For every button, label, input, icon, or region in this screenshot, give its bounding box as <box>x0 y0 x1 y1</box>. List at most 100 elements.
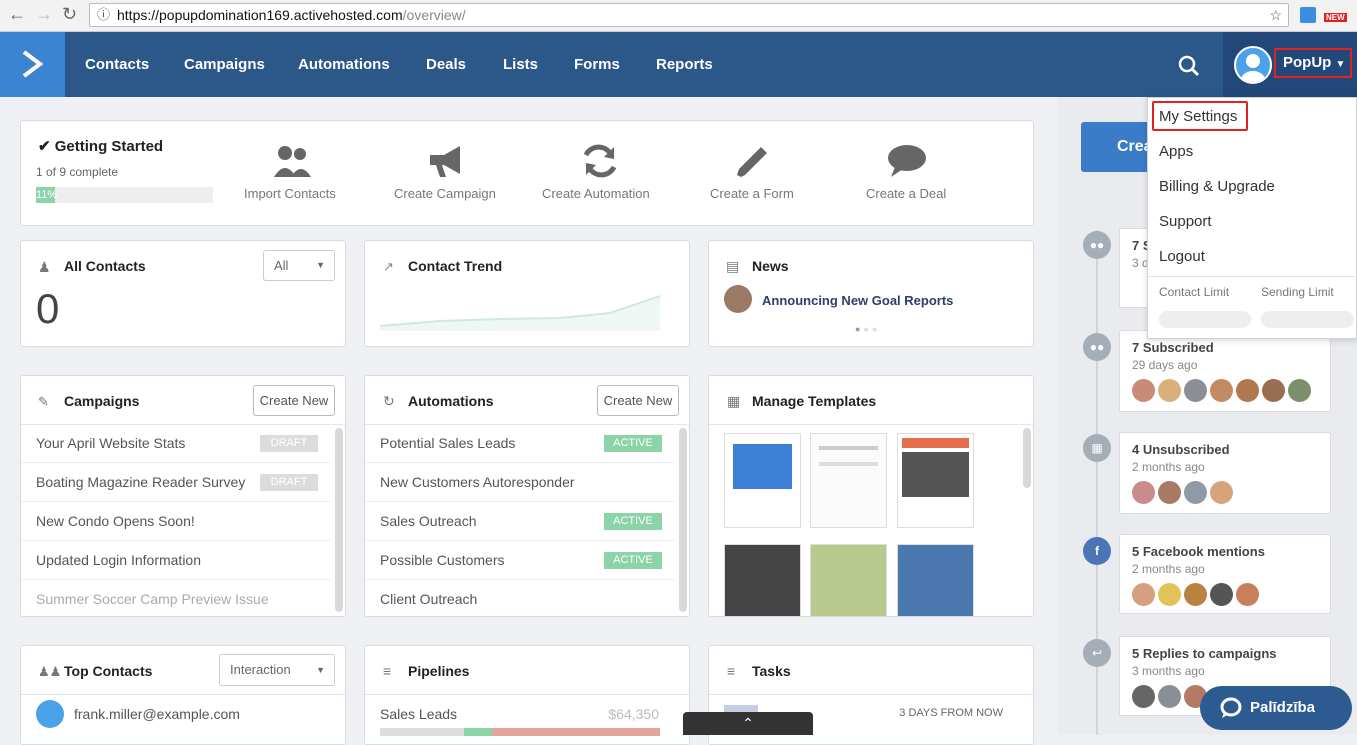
avatar[interactable] <box>36 700 64 728</box>
avatar[interactable] <box>1132 685 1155 708</box>
menu-item-my-settings[interactable]: My Settings <box>1159 108 1237 125</box>
avatar[interactable] <box>1184 481 1207 504</box>
avatar[interactable] <box>1158 379 1181 402</box>
timeline-card[interactable]: 7 Subscribed 29 days ago <box>1119 330 1331 412</box>
menu-item-logout[interactable]: Logout <box>1159 248 1205 265</box>
carousel-dots[interactable]: ●●● <box>855 324 880 334</box>
chevron-up-icon: ⌃ <box>742 715 754 731</box>
refresh-icon[interactable] <box>580 143 620 179</box>
template-thumbnail[interactable] <box>724 544 801 616</box>
top-contact-email[interactable]: frank.miller@example.com <box>74 706 240 722</box>
pencil-icon[interactable] <box>733 143 773 179</box>
avatar-group <box>1132 583 1262 607</box>
bookmark-star-icon[interactable]: ☆ <box>1269 4 1282 26</box>
top-contacts-filter-select[interactable]: Interaction ▼ <box>219 654 335 686</box>
template-thumbnail[interactable] <box>810 433 887 528</box>
template-thumbnail[interactable] <box>724 433 801 528</box>
check-icon: ✔ <box>38 138 51 155</box>
create-automation-button[interactable]: Create New <box>597 385 679 416</box>
facebook-icon: f <box>1083 537 1111 565</box>
nav-campaigns[interactable]: Campaigns <box>184 56 265 73</box>
contact-trend-title: Contact Trend <box>408 258 503 274</box>
step-create-automation[interactable]: Create Automation <box>542 186 650 201</box>
list-item[interactable]: New Customers Autoresponder <box>365 463 675 502</box>
import-contacts-icon[interactable] <box>273 143 313 179</box>
avatar[interactable] <box>1236 379 1259 402</box>
menu-item-billing[interactable]: Billing & Upgrade <box>1159 178 1275 195</box>
extension-icon[interactable] <box>1300 7 1316 23</box>
campaign-name: Updated Login Information <box>36 552 201 568</box>
scrollbar[interactable] <box>335 428 343 612</box>
trend-line-icon: ↗ <box>383 259 394 274</box>
list-item[interactable]: Your April Website Stats DRAFT <box>21 424 331 463</box>
step-import-contacts[interactable]: Import Contacts <box>244 186 336 201</box>
extension-new-badge[interactable]: NEW <box>1324 13 1347 22</box>
avatar[interactable] <box>1184 379 1207 402</box>
step-create-form[interactable]: Create a Form <box>710 186 794 201</box>
info-icon[interactable]: ⓘ <box>97 4 110 26</box>
menu-item-apps[interactable]: Apps <box>1159 143 1193 160</box>
url-path: /overview/ <box>402 7 466 23</box>
list-item[interactable]: New Condo Opens Soon! <box>21 502 331 541</box>
user-menu-button[interactable]: PopUp ▼ <box>1274 48 1352 78</box>
avatar[interactable] <box>1236 583 1259 606</box>
template-thumbnail[interactable] <box>897 544 974 616</box>
avatar[interactable] <box>1132 481 1155 504</box>
scrollbar[interactable] <box>1023 428 1031 488</box>
nav-lists[interactable]: Lists <box>503 56 538 73</box>
menu-item-support[interactable]: Support <box>1159 213 1212 230</box>
list-item[interactable]: Boating Magazine Reader Survey DRAFT <box>21 463 331 502</box>
nav-contacts[interactable]: Contacts <box>85 56 149 73</box>
pipeline-name[interactable]: Sales Leads <box>380 706 457 722</box>
url-bar[interactable]: ⓘ https://popupdomination169.activehoste… <box>89 3 1289 27</box>
contacts-filter-select[interactable]: All ▼ <box>263 250 335 281</box>
create-campaign-button[interactable]: Create New <box>253 385 335 416</box>
forward-icon[interactable]: → <box>35 4 53 25</box>
list-item[interactable]: Sales Outreach ACTIVE <box>365 502 675 541</box>
logo-chevron-icon <box>22 50 44 78</box>
list-item[interactable]: Possible Customers ACTIVE <box>365 541 675 580</box>
nav-deals[interactable]: Deals <box>426 56 466 73</box>
nav-reports[interactable]: Reports <box>656 56 713 73</box>
list-item[interactable]: Summer Soccer Camp Preview Issue <box>21 580 331 616</box>
scroll-up-tab[interactable]: ⌃ <box>683 712 813 735</box>
nav-automations[interactable]: Automations <box>298 56 390 73</box>
template-thumbnail[interactable] <box>810 544 887 616</box>
reload-icon[interactable]: ↻ <box>62 4 77 25</box>
list-item[interactable]: Client Outreach <box>365 580 675 616</box>
app-logo[interactable] <box>0 32 65 97</box>
task-due: 3 DAYS FROM NOW <box>899 707 1003 719</box>
top-contacts-card: ♟♟ Top Contacts Interaction ▼ frank.mille… <box>20 645 346 745</box>
getting-started-title: ✔ Getting Started <box>38 137 163 155</box>
speech-bubble-icon[interactable] <box>887 143 927 179</box>
search-icon[interactable] <box>1178 55 1200 77</box>
avatar[interactable] <box>1210 583 1233 606</box>
timeline-card[interactable]: 4 Unsubscribed 2 months ago <box>1119 432 1331 514</box>
avatar[interactable] <box>1210 379 1233 402</box>
nav-forms[interactable]: Forms <box>574 56 620 73</box>
megaphone-icon[interactable] <box>426 143 466 179</box>
avatar[interactable] <box>1158 685 1181 708</box>
avatar[interactable] <box>1132 379 1155 402</box>
avatar[interactable] <box>1262 379 1285 402</box>
refresh-icon: ↻ <box>383 393 395 409</box>
scrollbar[interactable] <box>679 428 687 612</box>
template-thumbnail[interactable] <box>897 433 974 528</box>
avatar[interactable] <box>1158 583 1181 606</box>
user-avatar[interactable] <box>1234 46 1272 84</box>
list-item[interactable]: Potential Sales Leads ACTIVE <box>365 424 675 463</box>
step-create-campaign[interactable]: Create Campaign <box>394 186 496 201</box>
timeline-card[interactable]: 5 Facebook mentions 2 months ago <box>1119 534 1331 614</box>
avatar[interactable] <box>1288 379 1311 402</box>
step-create-deal[interactable]: Create a Deal <box>866 186 946 201</box>
pipeline-value: $64,350 <box>608 706 659 722</box>
avatar[interactable] <box>1210 481 1233 504</box>
help-chat-button[interactable]: Palīdzība <box>1200 686 1352 730</box>
back-icon[interactable]: ← <box>8 4 26 25</box>
avatar[interactable] <box>1158 481 1181 504</box>
avatar[interactable] <box>1184 583 1207 606</box>
status-badge: ACTIVE <box>604 552 662 569</box>
list-item[interactable]: Updated Login Information <box>21 541 331 580</box>
avatar[interactable] <box>1132 583 1155 606</box>
news-headline[interactable]: Announcing New Goal Reports <box>762 293 953 308</box>
